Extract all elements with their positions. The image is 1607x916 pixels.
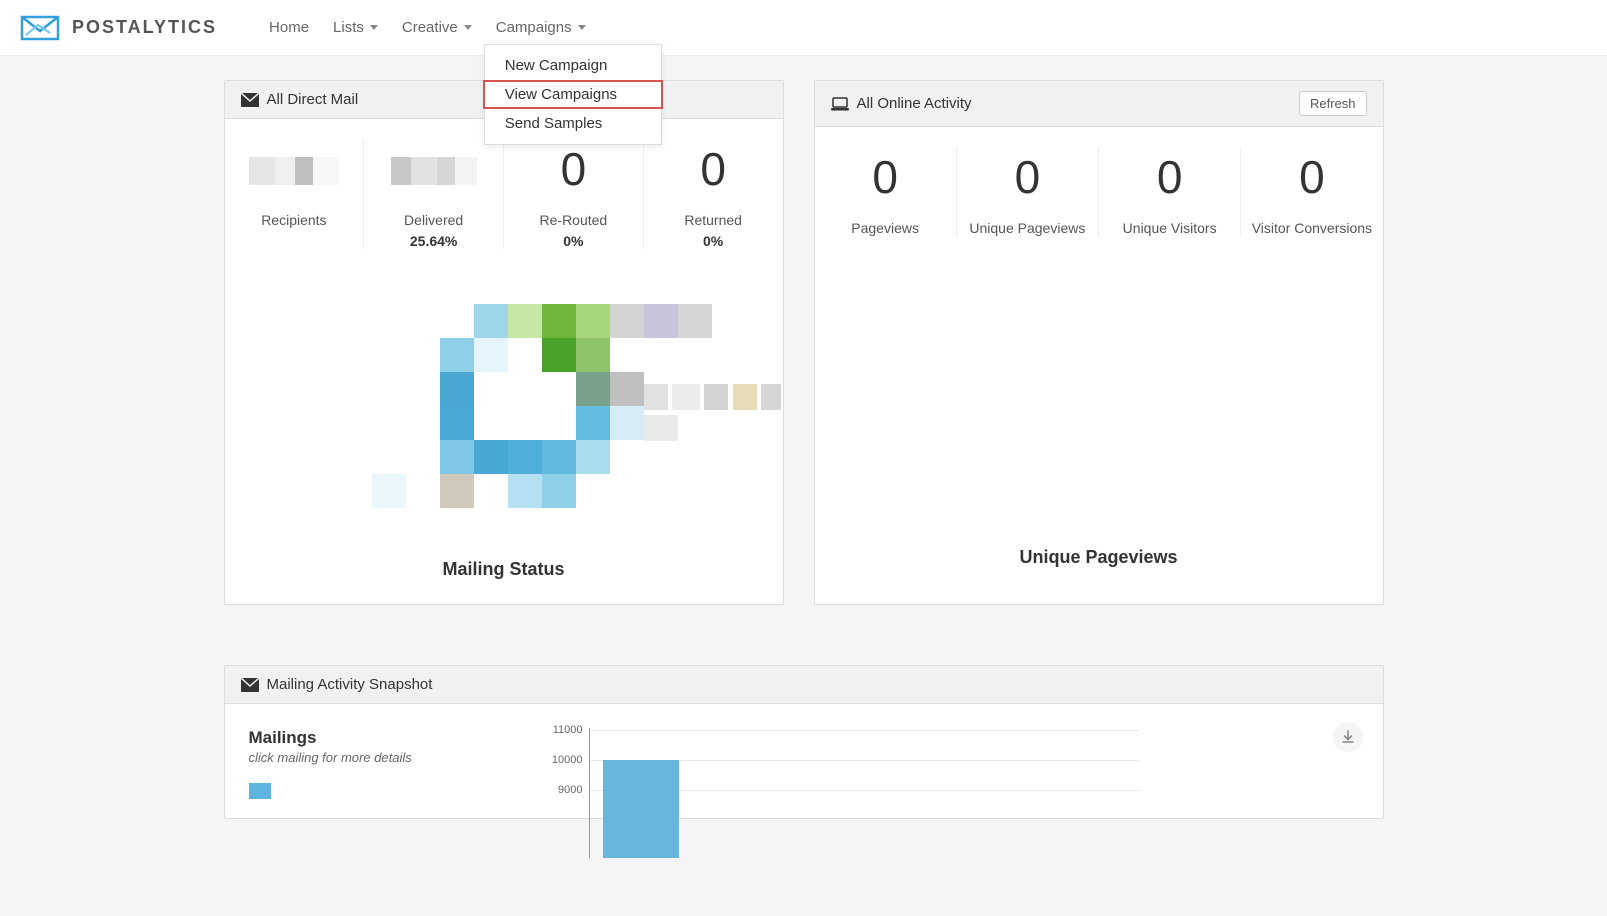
nav-campaigns[interactable]: Campaigns New Campaign View Campaigns Se…: [484, 11, 598, 44]
blurred-value: [249, 146, 339, 192]
top-navbar: POSTALYTICS Home Lists Creative Campaign…: [0, 0, 1607, 56]
unique-pageviews-chart: [815, 267, 1383, 537]
download-button[interactable]: [1333, 722, 1363, 752]
nav-label: Creative: [402, 19, 458, 36]
panel-title: Mailing Activity Snapshot: [267, 676, 433, 693]
laptop-icon: [831, 97, 849, 111]
stat-percent: 0%: [563, 233, 583, 249]
caret-down-icon: [370, 25, 378, 30]
dropdown-send-samples[interactable]: Send Samples: [485, 109, 661, 138]
nav-lists[interactable]: Lists: [321, 11, 390, 44]
nav-label: Home: [269, 19, 309, 36]
nav-label: Lists: [333, 19, 364, 36]
panel-direct-mail: All Direct Mail Recipients: [224, 80, 784, 605]
stat-value: 0: [1299, 147, 1325, 207]
stat-value: 0: [1157, 147, 1183, 207]
chart-bar[interactable]: [603, 760, 679, 858]
stat-label: Visitor Conversions: [1252, 219, 1372, 237]
panel-header: Mailing Activity Snapshot: [225, 666, 1383, 704]
stat-unique-visitors: 0 Unique Visitors: [1099, 147, 1241, 237]
mailing-status-chart: [225, 279, 783, 549]
envelope-icon: [241, 93, 259, 107]
stat-label: Unique Pageviews: [969, 219, 1085, 237]
nav-home[interactable]: Home: [257, 11, 321, 44]
nav-creative[interactable]: Creative: [390, 11, 484, 44]
stat-label: Recipients: [261, 211, 326, 229]
panel-mailing-snapshot: Mailing Activity Snapshot Mailings click…: [224, 665, 1384, 819]
y-tick: 9000: [533, 784, 583, 796]
caret-down-icon: [464, 25, 472, 30]
stat-label: Pageviews: [851, 219, 919, 237]
campaigns-dropdown: New Campaign View Campaigns Send Samples: [484, 44, 662, 145]
stat-recipients: Recipients: [225, 139, 365, 249]
nav-label: Campaigns: [496, 19, 572, 36]
mailings-heading: Mailings: [249, 728, 509, 748]
stat-label: Returned: [684, 211, 742, 229]
panel-title: All Online Activity: [857, 95, 972, 112]
envelope-icon: [241, 678, 259, 692]
dropdown-view-campaigns[interactable]: View Campaigns: [483, 80, 663, 109]
stat-value: 0: [872, 147, 898, 207]
stat-value: 0: [1015, 147, 1041, 207]
online-stats: 0 Pageviews 0 Unique Pageviews 0 Unique …: [815, 127, 1383, 267]
stat-unique-pageviews: 0 Unique Pageviews: [957, 147, 1099, 237]
stat-label: Re-Routed: [540, 211, 608, 229]
chart-title: Mailing Status: [225, 549, 783, 604]
dropdown-new-campaign[interactable]: New Campaign: [485, 51, 661, 80]
stat-value: 0: [561, 139, 587, 199]
legend-color-swatch: [249, 783, 271, 799]
stat-delivered: Delivered 25.64%: [364, 139, 504, 249]
envelope-logo-icon: [20, 13, 60, 43]
stat-returned: 0 Returned 0%: [644, 139, 783, 249]
blurred-value: [391, 146, 477, 192]
chart-title: Unique Pageviews: [815, 537, 1383, 592]
stat-label: Delivered: [404, 211, 463, 229]
y-tick: 11000: [533, 724, 583, 736]
y-tick: 10000: [533, 754, 583, 766]
stat-rerouted: 0 Re-Routed 0%: [504, 139, 644, 249]
stat-value: 0: [700, 139, 726, 199]
stat-visitor-conversions: 0 Visitor Conversions: [1241, 147, 1382, 237]
stat-pageviews: 0 Pageviews: [815, 147, 957, 237]
nav-items: Home Lists Creative Campaigns New Campai…: [257, 11, 598, 44]
panel-online-activity: All Online Activity Refresh 0 Pageviews …: [814, 80, 1384, 605]
caret-down-icon: [578, 25, 586, 30]
stat-label: Unique Visitors: [1123, 219, 1217, 237]
stat-percent: 25.64%: [410, 233, 457, 249]
page-body: All Direct Mail Recipients: [0, 56, 1607, 916]
panel-title: All Direct Mail: [267, 91, 359, 108]
brand-logo[interactable]: POSTALYTICS: [20, 13, 217, 43]
mailings-subtext: click mailing for more details: [249, 750, 509, 765]
brand-name: POSTALYTICS: [72, 17, 217, 38]
panel-header: All Online Activity Refresh: [815, 81, 1383, 127]
stat-percent: 0%: [703, 233, 723, 249]
refresh-button[interactable]: Refresh: [1299, 91, 1367, 116]
download-icon: [1341, 730, 1355, 744]
mailings-legend: Mailings click mailing for more details: [249, 728, 509, 818]
snapshot-bar-chart: 11000 10000 9000: [533, 728, 1359, 818]
